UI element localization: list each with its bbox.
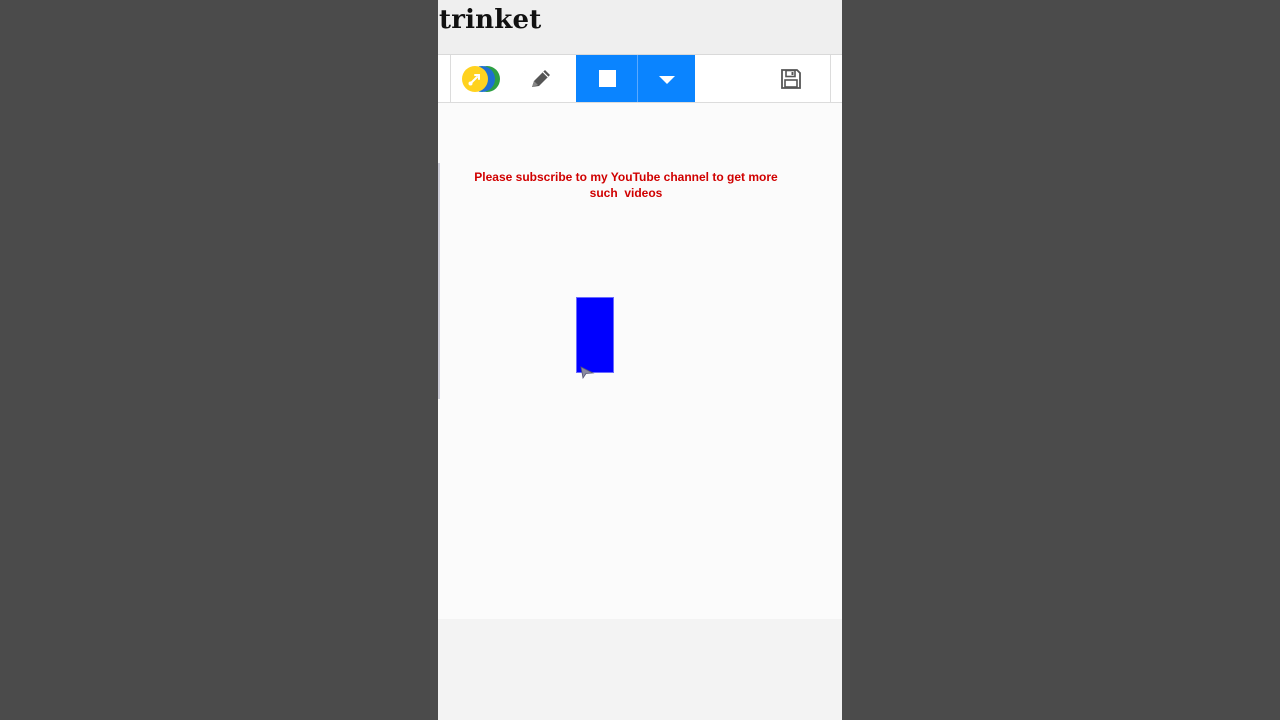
caret-down-icon [659, 76, 675, 84]
stop-button[interactable] [576, 55, 637, 102]
video-backdrop-left [0, 0, 438, 720]
blue-rectangle-shape [576, 297, 614, 373]
message-line-2: such videos [589, 186, 663, 200]
canvas-edge [438, 163, 440, 399]
video-backdrop-right [842, 0, 1280, 720]
message-line-1: Please subscribe to my YouTube channel t… [474, 170, 778, 184]
python-logo-icon[interactable] [458, 65, 504, 93]
run-options-dropdown[interactable] [638, 55, 695, 102]
phone-screen: trinket Please subscribe to my YouTube c… [438, 0, 842, 720]
toolbar-divider [830, 55, 831, 102]
toolbar-divider [450, 55, 451, 102]
brand-logo[interactable]: trinket [439, 5, 541, 35]
app-header: trinket [438, 0, 842, 55]
turtle-arrow-icon [579, 365, 595, 380]
turtle-canvas: Please subscribe to my YouTube channel t… [438, 103, 842, 619]
toolbar [438, 55, 842, 103]
console-area [438, 619, 842, 720]
subscribe-message: Please subscribe to my YouTube channel t… [458, 169, 794, 201]
floppy-disk-icon[interactable] [780, 68, 802, 90]
pencil-icon[interactable] [526, 67, 554, 91]
stop-square-icon [599, 70, 616, 87]
